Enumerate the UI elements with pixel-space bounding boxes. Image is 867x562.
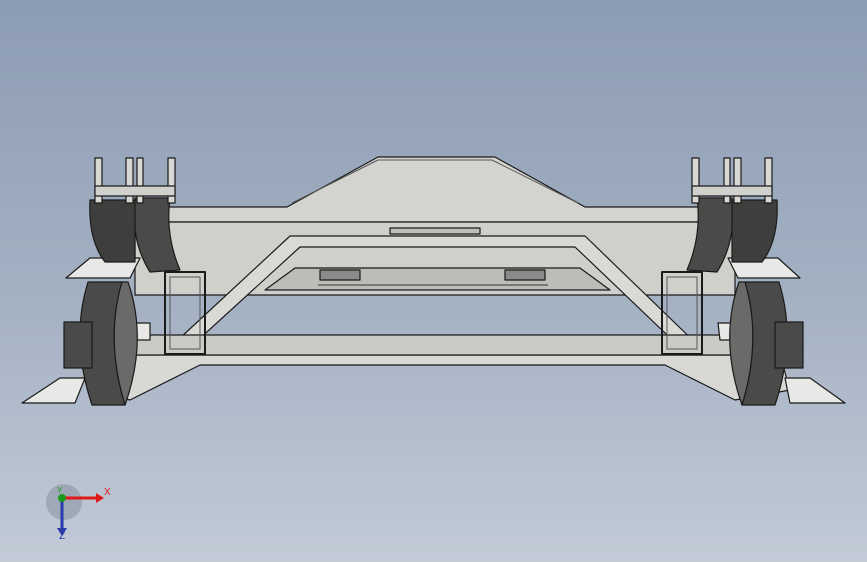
x-axis-label: X	[104, 487, 111, 498]
top-slot	[389, 227, 481, 235]
right-hub-block	[774, 321, 804, 369]
right-bracket-arm	[731, 199, 778, 263]
y-axis-dot	[58, 494, 66, 502]
left-hub-block	[63, 321, 93, 369]
right-flap-lower	[784, 377, 846, 404]
y-axis-label: Y	[57, 486, 63, 495]
z-axis-label: Z	[59, 531, 66, 542]
cad-model[interactable]	[0, 0, 867, 562]
left-bracket-arm	[89, 199, 136, 263]
graphics-viewport[interactable]: X Y Z	[0, 0, 867, 562]
base-plate	[89, 354, 791, 401]
upper-plate	[144, 156, 726, 223]
left-flap-lower	[21, 377, 86, 404]
bracket-left	[319, 269, 361, 281]
inner-slot	[264, 267, 611, 291]
bracket-right	[504, 269, 546, 281]
